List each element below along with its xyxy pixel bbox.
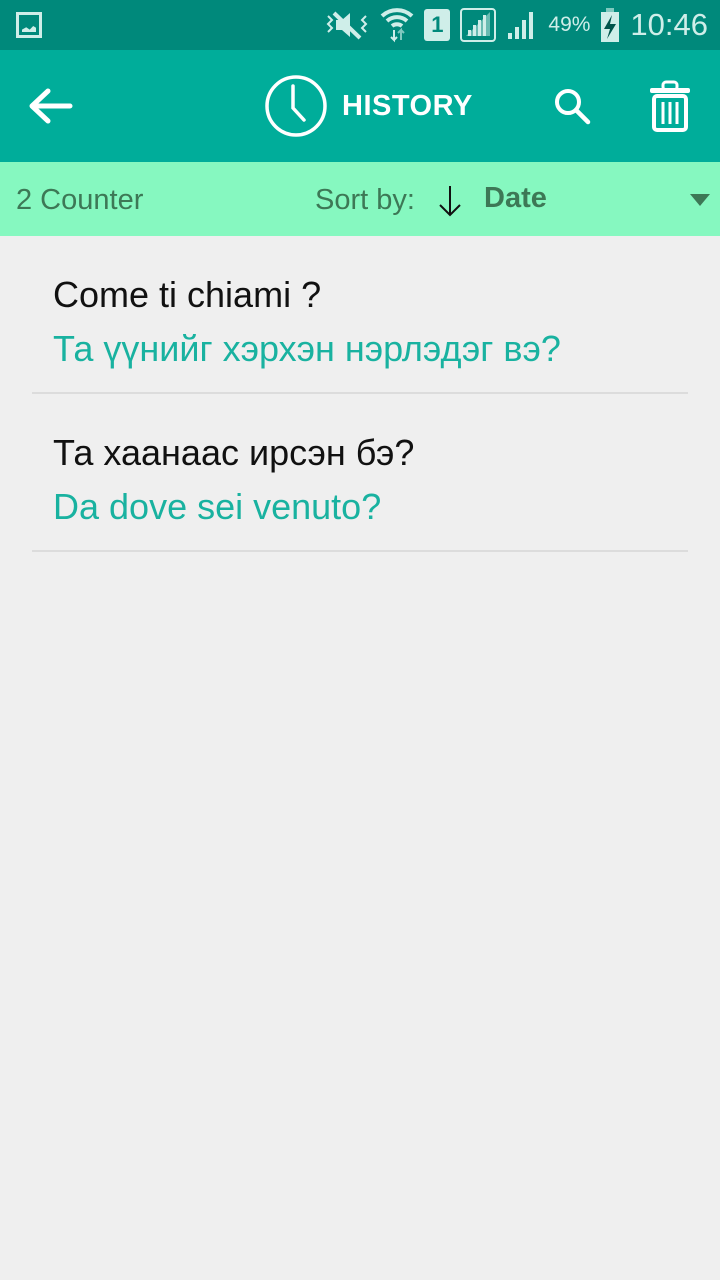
signal-icon-2 (508, 12, 534, 39)
signal-icon (460, 8, 497, 42)
title-area: HISTORY (264, 74, 473, 138)
source-text: Come ti chiami ? (53, 274, 322, 315)
sort-bar: 2 Counter Sort by: Date (0, 162, 720, 236)
history-counter: 2 Counter (16, 184, 144, 216)
gallery-icon (16, 12, 42, 38)
clock-time: 10:46 (630, 7, 708, 42)
sort-select-value[interactable]: Date (484, 182, 547, 215)
delete-all-button[interactable] (648, 80, 692, 132)
sort-label: Sort by: (315, 184, 415, 216)
sim-icon: 1 (424, 9, 451, 41)
source-text: Та хаанаас ирсэн бэ? (53, 432, 415, 473)
battery-percent: 49% (548, 13, 591, 36)
clock-icon (265, 75, 327, 137)
chevron-down-icon[interactable] (690, 194, 710, 206)
app-bar: HISTORY (0, 50, 720, 162)
translation-text: Da dove sei venuto? (53, 486, 382, 527)
status-bar: 1 49% 10:46 (0, 0, 720, 50)
list-item[interactable]: Та хаанаас ирсэн бэ? Da dove sei venuto? (0, 394, 720, 552)
search-button[interactable] (552, 86, 592, 126)
history-list: Come ti chiami ? Та үүнийг хэрхэн нэрлэд… (0, 236, 720, 552)
sort-direction-arrow-down-icon[interactable] (437, 184, 463, 218)
list-item[interactable]: Come ti chiami ? Та үүнийг хэрхэн нэрлэд… (0, 236, 720, 394)
back-button[interactable] (26, 86, 74, 126)
mute-icon (326, 11, 368, 40)
page-title: HISTORY (342, 89, 473, 122)
translation-text: Та үүнийг хэрхэн нэрлэдэг вэ? (53, 328, 561, 369)
wifi-icon (381, 8, 414, 43)
battery-charging-icon (601, 8, 620, 42)
divider (32, 550, 688, 552)
